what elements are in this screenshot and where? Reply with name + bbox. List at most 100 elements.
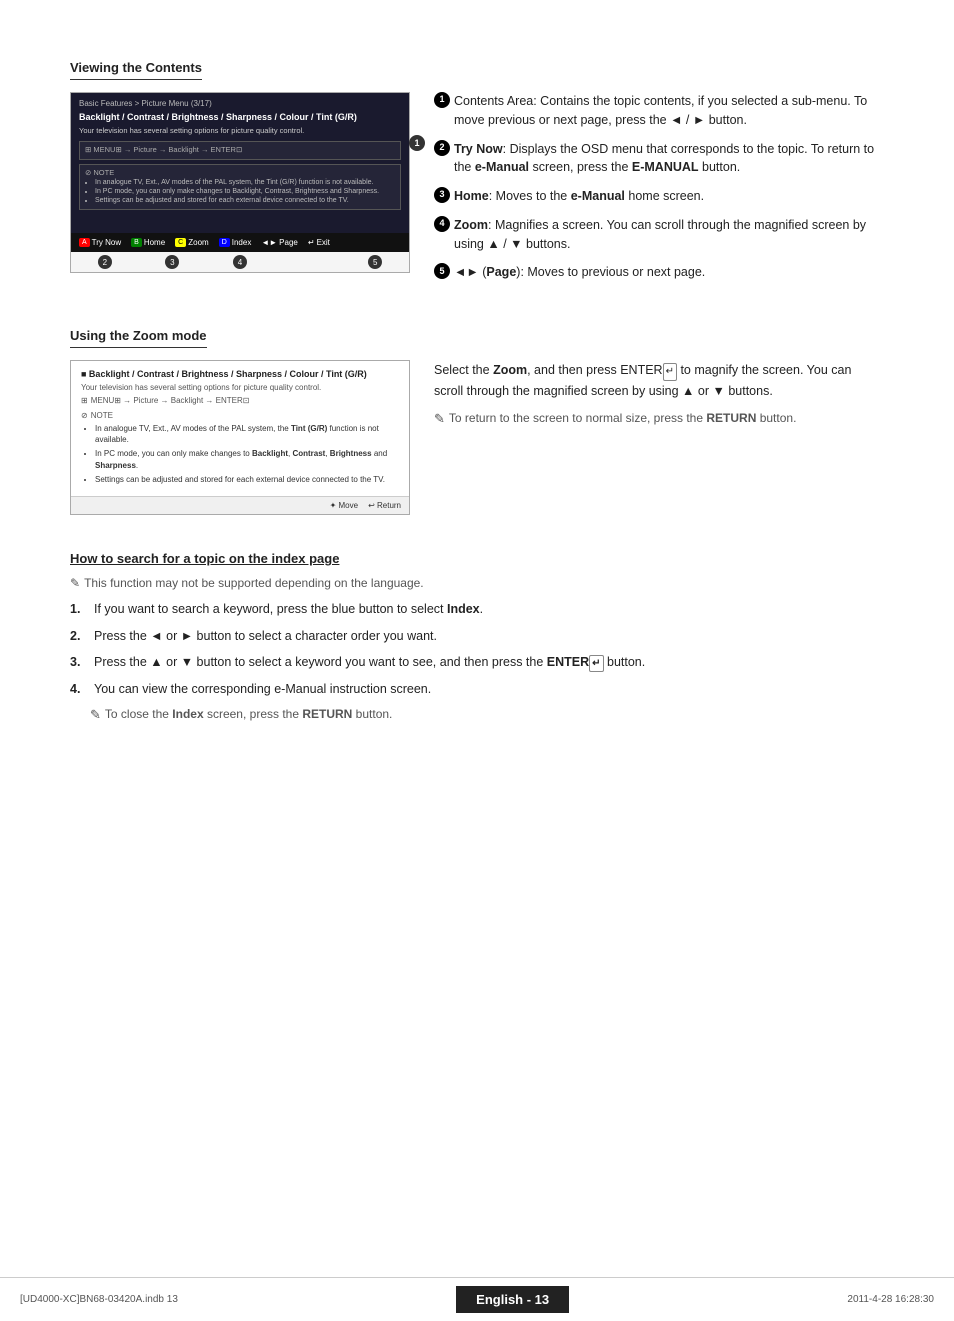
index-heading: How to search for a topic on the index p… xyxy=(70,551,884,566)
index-label: Index xyxy=(232,238,252,247)
circle-2: 2 xyxy=(434,140,450,156)
annotations-col: 1 Contents Area: Contains the topic cont… xyxy=(434,92,884,292)
tv-content-title: Backlight / Contrast / Brightness / Shar… xyxy=(79,112,401,122)
annotation-5-text: ◄► (Page): Moves to previous or next pag… xyxy=(454,263,705,282)
annotation-5: 5 ◄► (Page): Moves to previous or next p… xyxy=(434,263,884,282)
step-list: 1. If you want to search a keyword, pres… xyxy=(70,600,884,699)
zoom-bullet-2: In PC mode, you can only make changes to… xyxy=(95,448,399,470)
exit-icon: ↵ xyxy=(308,238,315,247)
toolbar-home: B Home xyxy=(131,238,165,247)
tv-mockup: Basic Features > Picture Menu (3/17) Bac… xyxy=(70,92,410,273)
zoom-screen: ■ Backlight / Contrast / Brightness / Sh… xyxy=(71,361,409,496)
step-2-num: 2. xyxy=(70,627,90,646)
footer-date-info: 2011-4-28 16:28:30 xyxy=(847,1294,934,1305)
zoom-menu-icon: ⊞ xyxy=(81,396,88,405)
toolbar-page: ◄► Page xyxy=(261,238,298,247)
page-content: Viewing the Contents Basic Features > Pi… xyxy=(0,0,954,827)
step-1-num: 1. xyxy=(70,600,90,619)
toolbar-try-now: A Try Now xyxy=(79,238,121,247)
page-icon: ◄► xyxy=(261,238,277,247)
annotation-3: 3 Home: Moves to the e-Manual home scree… xyxy=(434,187,884,206)
zoom-box: ■ Backlight / Contrast / Brightness / Sh… xyxy=(70,360,410,515)
annotation-2-text: Try Now: Displays the OSD menu that corr… xyxy=(454,140,884,178)
step-2-text: Press the ◄ or ► button to select a char… xyxy=(94,627,437,646)
viewing-contents-section: Viewing the Contents Basic Features > Pi… xyxy=(70,60,884,292)
zoom-mode-section: Using the Zoom mode ■ Backlight / Contra… xyxy=(70,328,884,515)
annotation-4-text: Zoom: Magnifies a screen. You can scroll… xyxy=(454,216,884,254)
index-note-text: This function may not be supported depen… xyxy=(84,576,424,590)
step-1: 1. If you want to search a keyword, pres… xyxy=(70,600,884,619)
tv-toolbar: A Try Now B Home C Zoom D xyxy=(71,233,409,252)
tv-bullets-box: ⊘ NOTE In analogue TV, Ext., AV modes of… xyxy=(79,164,401,210)
toolbar-index: D Index xyxy=(219,238,252,247)
toolbar-exit: ↵ Exit xyxy=(308,238,330,247)
zoom-mode-heading: Using the Zoom mode xyxy=(70,328,207,348)
tv-content-sub: Your television has several setting opti… xyxy=(79,126,401,137)
exit-label: Exit xyxy=(317,238,330,247)
zoom-move-icon: ✦ Move xyxy=(330,501,359,510)
zoom-menu-path: ⊞ MENU⊞ → Picture → Backlight → ENTER⊡ xyxy=(81,396,399,405)
annotation-1: 1 Contents Area: Contains the topic cont… xyxy=(434,92,884,130)
zoom-toolbar: ✦ Move ↩ Return xyxy=(71,496,409,514)
toolbar-zoom: C Zoom xyxy=(175,238,209,247)
zoom-label: Zoom xyxy=(188,238,208,247)
circle-3: 3 xyxy=(434,187,450,203)
step-4-num: 4. xyxy=(70,680,90,699)
badge-4: 4 xyxy=(233,255,247,269)
try-now-label: Try Now xyxy=(92,238,121,247)
btn-a-icon: A xyxy=(79,238,90,247)
zoom-note-title: NOTE xyxy=(91,411,113,420)
tv-note-box: ⊞ MENU⊞ → Picture → Backlight → ENTER⊡ xyxy=(79,141,401,160)
tv-menu-path: ⊞ MENU⊞ → Picture → Backlight → ENTER⊡ xyxy=(85,145,395,154)
tv-mockup-col: Basic Features > Picture Menu (3/17) Bac… xyxy=(70,92,410,292)
home-label: Home xyxy=(144,238,165,247)
zoom-return-text: To return to the screen to normal size, … xyxy=(449,411,797,425)
pen-icon-2: ✎ xyxy=(70,576,80,590)
page-footer: [UD4000-XC]BN68-03420A.indb 13 English -… xyxy=(0,1277,954,1321)
step-3-num: 3. xyxy=(70,653,90,672)
step-4-note-text: To close the Index screen, press the RET… xyxy=(105,707,392,721)
circle-5: 5 xyxy=(434,263,450,279)
enter-key-1: ↵ xyxy=(663,363,677,381)
zoom-bullet-1: In analogue TV, Ext., AV modes of the PA… xyxy=(95,423,399,445)
tv-bullet-1: In analogue TV, Ext., AV modes of the PA… xyxy=(95,179,395,186)
index-note: ✎ This function may not be supported dep… xyxy=(70,576,884,590)
circle-4: 4 xyxy=(434,216,450,232)
btn-d-icon: D xyxy=(219,238,230,247)
step-4: 4. You can view the corresponding e-Manu… xyxy=(70,680,884,699)
menu-icon: ⊞ xyxy=(85,145,91,154)
enter-key-2: ↵ xyxy=(589,655,603,672)
pen-icon-1: ✎ xyxy=(434,411,445,427)
zoom-bullet-3: Settings can be adjusted and stored for … xyxy=(95,474,399,485)
circle-1: 1 xyxy=(434,92,450,108)
zoom-bullets: In analogue TV, Ext., AV modes of the PA… xyxy=(81,423,399,485)
page-number-box: English - 13 xyxy=(456,1286,569,1313)
tv-bullet-list: In analogue TV, Ext., AV modes of the PA… xyxy=(85,179,395,204)
step-1-text: If you want to search a keyword, press t… xyxy=(94,600,483,619)
zoom-desc-col: Select the Zoom, and then press ENTER↵ t… xyxy=(434,360,884,515)
tv-screen: Basic Features > Picture Menu (3/17) Bac… xyxy=(71,93,409,233)
annotation-2: 2 Try Now: Displays the OSD menu that co… xyxy=(434,140,884,178)
badge-3: 3 xyxy=(165,255,179,269)
zoom-return-icon: ↩ Return xyxy=(368,501,401,510)
tv-bullet-2: In PC mode, you can only make changes to… xyxy=(95,188,395,195)
viewing-contents-layout: Basic Features > Picture Menu (3/17) Bac… xyxy=(70,92,884,292)
zoom-note-label: ⊘ NOTE xyxy=(81,411,399,420)
zoom-sub: Your television has several setting opti… xyxy=(81,383,399,392)
page-label: Page xyxy=(279,238,298,247)
step-3: 3. Press the ▲ or ▼ button to select a k… xyxy=(70,653,884,672)
step-4-text: You can view the corresponding e-Manual … xyxy=(94,680,431,699)
zoom-description: Select the Zoom, and then press ENTER↵ t… xyxy=(434,360,884,401)
annotation-4: 4 Zoom: Magnifies a screen. You can scro… xyxy=(434,216,884,254)
badge-2: 2 xyxy=(98,255,112,269)
annotation-3-text: Home: Moves to the e-Manual home screen. xyxy=(454,187,704,206)
zoom-note-circle: ⊘ xyxy=(81,411,88,420)
annotation-1-text: Contents Area: Contains the topic conten… xyxy=(454,92,884,130)
pen-icon-3: ✎ xyxy=(90,707,101,723)
tv-breadcrumb: Basic Features > Picture Menu (3/17) xyxy=(79,99,401,108)
badge-5: 5 xyxy=(368,255,382,269)
zoom-return-note: ✎ To return to the screen to normal size… xyxy=(434,411,884,427)
zoom-mode-layout: ■ Backlight / Contrast / Brightness / Sh… xyxy=(70,360,884,515)
index-section: How to search for a topic on the index p… xyxy=(70,551,884,723)
btn-b-icon: B xyxy=(131,238,142,247)
